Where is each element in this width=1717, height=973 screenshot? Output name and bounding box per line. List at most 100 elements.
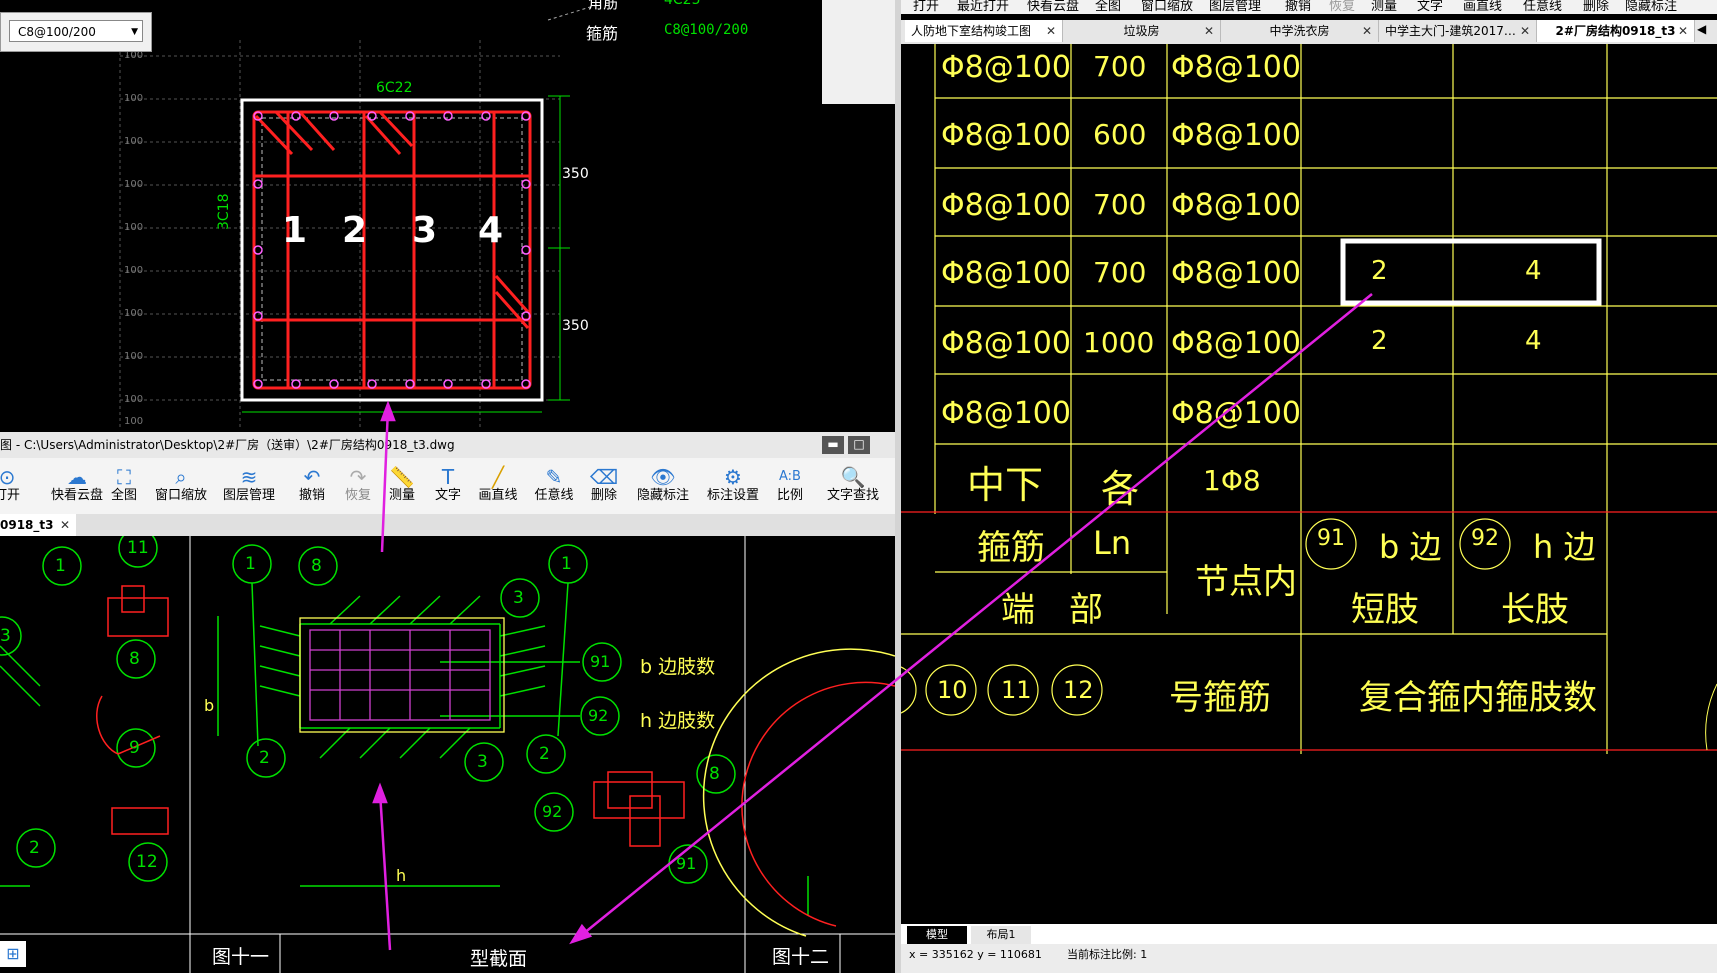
pen-button[interactable]: ✎ 任意线 — [528, 466, 580, 504]
h-dim-label: h — [396, 866, 407, 885]
tab-laundry-room[interactable]: 中学洗衣房 ✕ — [1221, 20, 1379, 42]
header-short-leg: 短肢 — [1351, 590, 1419, 630]
menu-pen[interactable]: 任意线 — [1523, 0, 1562, 14]
side-bars-label: 3C18 — [216, 193, 232, 231]
composite-legs-label: 复合箍内箍肢数 — [1359, 678, 1597, 718]
chevron-down-icon[interactable]: ▼ — [131, 21, 138, 43]
circle-number: 12 — [1063, 676, 1094, 704]
hide-annotation-button[interactable]: 👁 隐藏标注 — [630, 466, 696, 504]
menu-open[interactable]: 打开 — [913, 0, 939, 14]
minimize-button[interactable]: ▬ — [822, 436, 844, 454]
property-panel: C8@100/200 ▼ — [0, 12, 152, 52]
delete-button[interactable]: ⌫ 删除 — [580, 466, 628, 504]
table-cell: 600 — [1093, 118, 1147, 151]
circle-number: 9 — [129, 738, 140, 758]
grid-label: 100 — [124, 394, 144, 405]
chevron-left-icon[interactable]: ◀ — [1697, 22, 1706, 36]
table-cell: Φ8@100 — [941, 118, 1071, 153]
table-cell: 700 — [1093, 188, 1147, 221]
table-cell: 1000 — [1083, 326, 1155, 359]
grid-label: 100 — [124, 222, 144, 233]
undo-button[interactable]: ↶ 撤销 — [288, 466, 336, 504]
maximize-button[interactable]: □ — [848, 436, 870, 454]
tab-main-gate[interactable]: 中学主大门-建筑2017… ✕ — [1379, 20, 1537, 42]
scale-button[interactable]: A:B 比例 — [766, 466, 814, 504]
tab-layout1[interactable]: 布局1 — [971, 926, 1031, 944]
h-legs-label: h 边肢数 — [640, 710, 716, 732]
fullview-button[interactable]: ⛶ 全图 — [100, 466, 148, 504]
status-bar: x = 335162 y = 110681 当前标注比例: 1 — [901, 944, 1717, 973]
annotation-settings-button[interactable]: ⚙ 标注设置 — [700, 466, 766, 504]
close-icon[interactable]: ✕ — [1204, 20, 1214, 42]
pen-icon: ✎ — [545, 465, 563, 489]
table-cell: 700 — [1093, 50, 1147, 83]
tab-civil-defense[interactable]: 人防地下室结构竣工图 ✕ — [905, 20, 1063, 42]
window-title-bar: 图 - C:\Users\Administrator\Desktop\2#厂房（… — [0, 432, 895, 458]
stirrup-dropdown[interactable]: C8@100/200 ▼ — [9, 20, 143, 42]
menu-fullview[interactable]: 全图 — [1095, 0, 1121, 14]
circle-number: 8 — [129, 649, 140, 669]
tab-garbage-room[interactable]: 垃圾房 ✕ — [1063, 20, 1221, 42]
grid-label: 100 — [124, 179, 144, 190]
circle-number: 91 — [590, 652, 611, 671]
circle-number: 3 — [513, 588, 524, 608]
dropdown-value: C8@100/200 — [18, 25, 96, 39]
close-icon[interactable]: ✕ — [60, 514, 70, 536]
bottom-left-window: 图 - C:\Users\Administrator\Desktop\2#厂房（… — [0, 432, 895, 973]
close-icon[interactable]: ✕ — [1046, 20, 1056, 42]
table-cell: Φ8@100 — [941, 256, 1071, 291]
annotation-settings-icon: ⚙ — [724, 465, 742, 489]
line-button[interactable]: ╱ 画直线 — [472, 466, 524, 504]
circle-number: 2 — [539, 744, 550, 764]
side-panel — [822, 0, 898, 104]
zoom-window-button[interactable]: ⌕ 窗口缩放 — [148, 466, 214, 504]
menu-measure[interactable]: 测量 — [1371, 0, 1397, 14]
menu-line[interactable]: 画直线 — [1463, 0, 1502, 14]
menu-text[interactable]: 文字 — [1417, 0, 1443, 14]
table-cell: 1Φ8 — [1203, 464, 1261, 497]
handwritten-mark: 1 — [282, 210, 308, 251]
menu-recent[interactable]: 最近打开 — [957, 0, 1009, 14]
menu-cloud[interactable]: 快看云盘 — [1027, 0, 1079, 14]
right-menubar: 打开 最近打开 快看云盘 全图 窗口缩放 图层管理 撤销 恢复 测量 文字 画直… — [901, 0, 1717, 14]
start-button[interactable]: ⊞ — [0, 941, 26, 967]
circle-number: 2 — [259, 748, 270, 768]
table-cell: 4 — [1525, 326, 1542, 356]
close-icon[interactable]: ✕ — [1362, 20, 1372, 42]
header-stirrup: 箍筋 — [977, 528, 1045, 568]
tab-model[interactable]: 模型 — [907, 926, 967, 944]
layers-button[interactable]: ≋ 图层管理 — [216, 466, 282, 504]
menu-zoom-window[interactable]: 窗口缩放 — [1141, 0, 1193, 14]
line-icon: ╱ — [491, 465, 505, 489]
stirrup-value: C8@100/200 — [664, 22, 749, 38]
fullview-icon: ⛶ — [117, 465, 131, 489]
text-button[interactable]: T 文字 — [424, 466, 472, 504]
top-left-drawing[interactable]: 1 2 3 4 6C22 3C18 350 350 角筋 4C25 箍筋 C8@… — [0, 0, 898, 432]
circle-number: 92 — [588, 706, 609, 725]
menu-hide-annotation[interactable]: 隐藏标注 — [1625, 0, 1677, 14]
dim-lower: 350 — [562, 318, 589, 334]
toolbar: ⊙ 打开 ☁ 快看云盘 ⛶ 全图 ⌕ 窗口缩放 ≋ 图层管理 ↶ 撤销 ↷ 恢复 📏 测量 T文… — [0, 458, 895, 514]
find-text-button[interactable]: 🔍 文字查找 — [820, 466, 886, 504]
header-h92: 92 — [1471, 526, 1499, 551]
text-icon: T — [441, 465, 455, 489]
table-cell: 2 — [1371, 256, 1388, 286]
redo-button[interactable]: ↷ 恢复 — [334, 466, 382, 504]
doc-tab[interactable]: 0918_t3 ✕ — [0, 514, 76, 536]
close-icon[interactable]: ✕ — [1678, 20, 1688, 42]
circle-number: 3 — [477, 752, 488, 772]
measure-button[interactable]: 📏 测量 — [378, 466, 426, 504]
menu-undo[interactable]: 撤销 — [1285, 0, 1311, 14]
header-b-side: b 边 — [1379, 528, 1442, 566]
grid-label: 100 — [124, 308, 144, 319]
menu-layers[interactable]: 图层管理 — [1209, 0, 1261, 14]
menu-delete[interactable]: 删除 — [1583, 0, 1609, 14]
measure-icon: 📏 — [389, 465, 415, 489]
circle-number: 11 — [1001, 676, 1032, 704]
close-icon[interactable]: ✕ — [1520, 20, 1530, 42]
menu-redo[interactable]: 恢复 — [1329, 0, 1355, 14]
open-button[interactable]: ⊙ 打开 — [0, 466, 32, 504]
circle-number: 10 — [937, 676, 968, 704]
handwritten-mark: 2 — [342, 210, 368, 251]
tab-factory-structure[interactable]: 2#厂房结构0918_t3 ✕ — [1537, 20, 1695, 42]
